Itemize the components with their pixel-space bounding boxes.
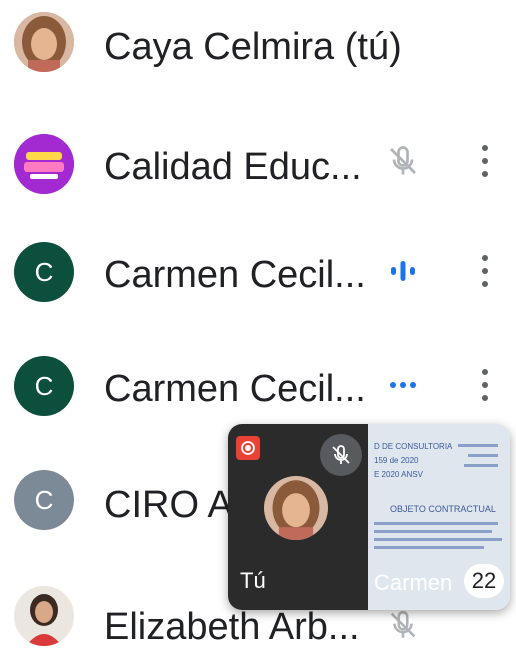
self-avatar	[264, 476, 328, 540]
mic-off-icon	[380, 138, 426, 184]
participant-name: Caya Celmira (tú)	[104, 26, 402, 68]
participant-name: CIRO A	[104, 484, 233, 526]
avatar	[14, 134, 74, 194]
record-icon	[236, 436, 260, 460]
remote-label: Carmen	[374, 570, 453, 595]
avatar: C	[14, 470, 74, 530]
avatar-letter: C	[34, 256, 54, 287]
avatar-letter: C	[34, 370, 54, 401]
pip-mic-off-button[interactable]	[320, 434, 362, 476]
avatar-letter: C	[34, 484, 54, 515]
participant-name: Elizabeth Arb...	[104, 606, 360, 648]
remote-video-tile[interactable]: D DE CONSULTORIA 159 de 2020 E 2020 ANSV…	[368, 424, 510, 610]
participant-row[interactable]: Calidad Educ...	[0, 112, 516, 212]
more-options-button[interactable]	[470, 136, 500, 186]
avatar	[14, 586, 74, 646]
pip-window[interactable]: Tú D DE CONSULTORIA 159 de 2020 E 2020 A…	[228, 424, 510, 610]
dots-icon	[380, 362, 426, 408]
participant-name: Calidad Educ...	[104, 146, 362, 188]
audio-bars-icon	[380, 248, 426, 294]
more-options-button[interactable]	[470, 360, 500, 410]
avatar	[14, 12, 74, 72]
participant-row[interactable]: C Carmen Cecil...	[0, 336, 516, 436]
doc-text: E 2020 ANSV	[374, 470, 423, 479]
participant-name: Carmen Cecil...	[104, 368, 366, 410]
doc-text: D DE CONSULTORIA	[374, 442, 453, 451]
avatar: C	[14, 242, 74, 302]
participant-row[interactable]: Caya Celmira (tú)	[0, 0, 516, 100]
participant-row[interactable]: C Carmen Cecil...	[0, 224, 516, 324]
more-options-button[interactable]	[470, 246, 500, 296]
doc-text: 159 de 2020	[374, 456, 419, 465]
self-label: Tú	[240, 568, 266, 593]
doc-heading: OBJETO CONTRACTUAL	[390, 504, 496, 514]
participant-name: Carmen Cecil...	[104, 254, 366, 296]
avatar: C	[14, 356, 74, 416]
participant-count-badge: 22	[464, 564, 504, 598]
